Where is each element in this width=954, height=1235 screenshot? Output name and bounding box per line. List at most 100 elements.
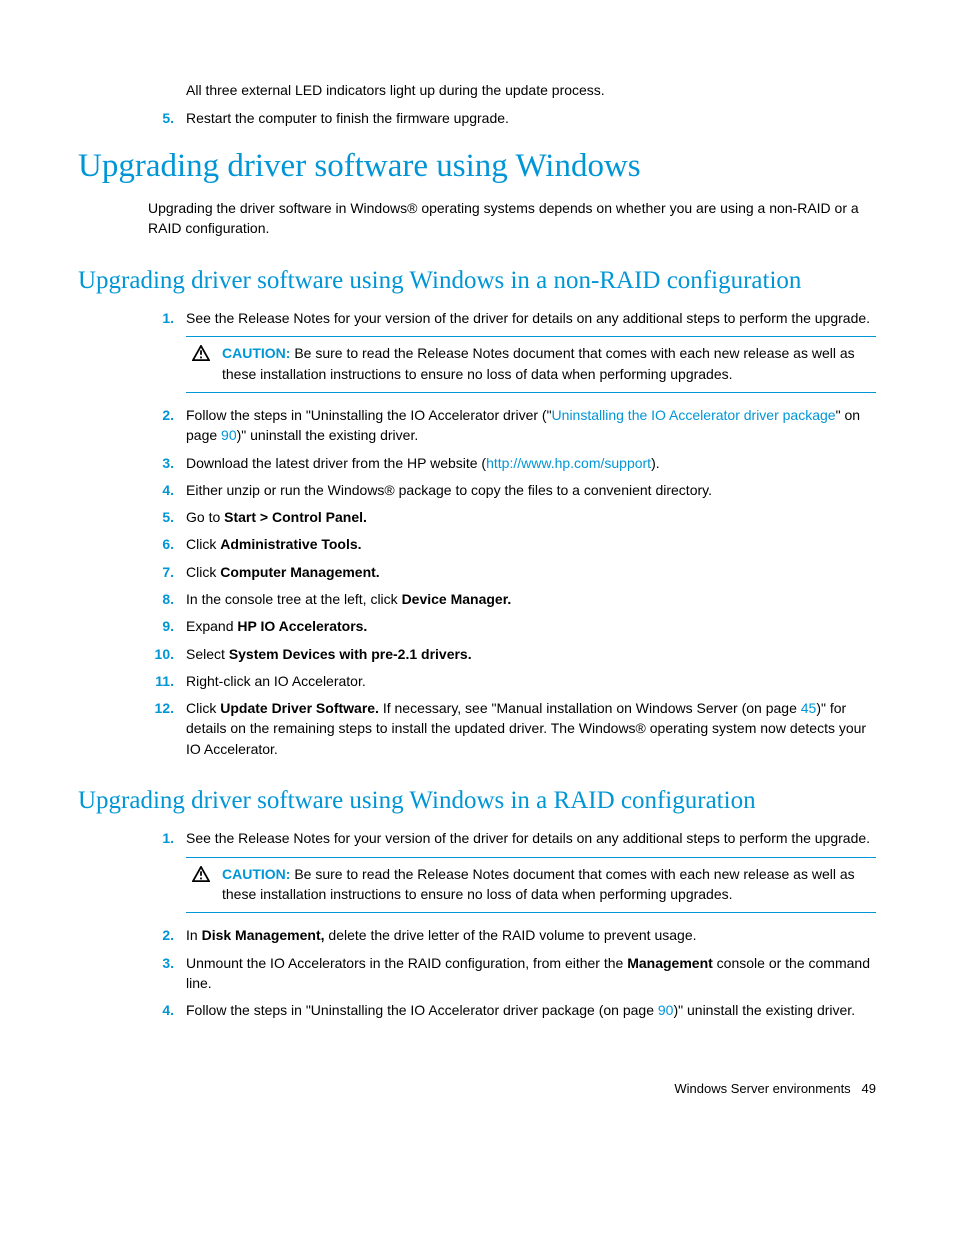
- bold-text: Computer Management.: [220, 564, 379, 580]
- step-number: 2.: [140, 405, 186, 425]
- bold-text: Disk Management,: [202, 927, 325, 943]
- step-number: 4.: [140, 1000, 186, 1020]
- text-fragment: ).: [651, 455, 660, 471]
- caution-text: CAUTION: Be sure to read the Release Not…: [216, 864, 876, 905]
- step-number: 6.: [140, 534, 186, 554]
- step-text: Restart the computer to finish the firmw…: [186, 108, 876, 128]
- step-text: Expand HP IO Accelerators.: [186, 616, 876, 636]
- step-number: 3.: [140, 453, 186, 473]
- list-item: 3. Download the latest driver from the H…: [140, 453, 876, 473]
- page-link[interactable]: 90: [221, 427, 237, 443]
- caution-label: CAUTION:: [222, 866, 290, 882]
- bold-text: Administrative Tools.: [220, 536, 361, 552]
- step-number: 12.: [140, 698, 186, 718]
- text-fragment: Follow the steps in "Uninstalling the IO…: [186, 1002, 658, 1018]
- step-number: 2.: [140, 925, 186, 945]
- step-number: 9.: [140, 616, 186, 636]
- step-text: Right-click an IO Accelerator.: [186, 671, 876, 691]
- page-number: 49: [862, 1081, 876, 1096]
- bold-text: Device Manager.: [402, 591, 512, 607]
- list-item: 1. See the Release Notes for your versio…: [140, 828, 876, 848]
- step-number: 5.: [140, 507, 186, 527]
- step-number: 1.: [140, 308, 186, 328]
- external-link[interactable]: http://www.hp.com/support: [486, 455, 651, 471]
- caution-callout: CAUTION: Be sure to read the Release Not…: [186, 336, 876, 393]
- list-item: 7. Click Computer Management.: [140, 562, 876, 582]
- step-text: Select System Devices with pre-2.1 drive…: [186, 644, 876, 664]
- caution-body: Be sure to read the Release Notes docume…: [222, 345, 855, 381]
- step-number: 5.: [140, 108, 186, 128]
- step-text: Click Update Driver Software. If necessa…: [186, 698, 876, 759]
- text-fragment: If necessary, see "Manual installation o…: [379, 700, 801, 716]
- text-fragment: Follow the steps in "Uninstalling the IO…: [186, 407, 552, 423]
- list-item: 10. Select System Devices with pre-2.1 d…: [140, 644, 876, 664]
- intro-paragraph: Upgrading the driver software in Windows…: [148, 198, 876, 239]
- caution-body: Be sure to read the Release Notes docume…: [222, 866, 855, 902]
- caution-label: CAUTION:: [222, 345, 290, 361]
- caution-icon: [186, 343, 216, 366]
- list-item: 11. Right-click an IO Accelerator.: [140, 671, 876, 691]
- step-number: 11.: [140, 671, 186, 691]
- caution-icon: [186, 864, 216, 887]
- heading-1: Upgrading driver software using Windows: [78, 147, 876, 187]
- text-fragment: Download the latest driver from the HP w…: [186, 455, 486, 471]
- heading-2-nonraid: Upgrading driver software using Windows …: [78, 265, 876, 296]
- bold-text: Update Driver Software.: [220, 700, 379, 716]
- step-number: 7.: [140, 562, 186, 582]
- step-number: 4.: [140, 480, 186, 500]
- step-text: Follow the steps in "Uninstalling the IO…: [186, 405, 876, 446]
- list-item: 4. Either unzip or run the Windows® pack…: [140, 480, 876, 500]
- text-fragment: In the console tree at the left, click: [186, 591, 402, 607]
- text-fragment: Click: [186, 564, 220, 580]
- list-item: 6. Click Administrative Tools.: [140, 534, 876, 554]
- step-text: Download the latest driver from the HP w…: [186, 453, 876, 473]
- text-fragment: Expand: [186, 618, 237, 634]
- list-item: 8. In the console tree at the left, clic…: [140, 589, 876, 609]
- heading-2-raid: Upgrading driver software using Windows …: [78, 785, 876, 816]
- step-text: See the Release Notes for your version o…: [186, 308, 876, 328]
- step-text: See the Release Notes for your version o…: [186, 828, 876, 848]
- step-text: In the console tree at the left, click D…: [186, 589, 876, 609]
- caution-callout: CAUTION: Be sure to read the Release Not…: [186, 857, 876, 914]
- bold-text: HP IO Accelerators.: [237, 618, 367, 634]
- text-fragment: Click: [186, 536, 220, 552]
- list-item: 4. Follow the steps in "Uninstalling the…: [140, 1000, 876, 1020]
- step-text: Unmount the IO Accelerators in the RAID …: [186, 953, 876, 994]
- bold-text: System Devices with pre-2.1 drivers.: [229, 646, 472, 662]
- page-link[interactable]: 90: [658, 1002, 674, 1018]
- cross-reference-link[interactable]: Uninstalling the IO Accelerator driver p…: [552, 407, 836, 423]
- step-number: 1.: [140, 828, 186, 848]
- step-text: In Disk Management, delete the drive let…: [186, 925, 876, 945]
- list-item: 9. Expand HP IO Accelerators.: [140, 616, 876, 636]
- text-fragment: delete the drive letter of the RAID volu…: [325, 927, 697, 943]
- list-item: 3. Unmount the IO Accelerators in the RA…: [140, 953, 876, 994]
- step-number: 10.: [140, 644, 186, 664]
- list-item: 1. See the Release Notes for your versio…: [140, 308, 876, 328]
- prev-page-continuation-text: All three external LED indicators light …: [186, 80, 876, 100]
- text-fragment: Select: [186, 646, 229, 662]
- step-text: Follow the steps in "Uninstalling the IO…: [186, 1000, 876, 1020]
- page-link[interactable]: 45: [801, 700, 817, 716]
- step-number: 3.: [140, 953, 186, 973]
- page-footer: Windows Server environments 49: [78, 1080, 876, 1099]
- text-fragment: )" uninstall the existing driver.: [673, 1002, 855, 1018]
- text-fragment: In: [186, 927, 202, 943]
- text-fragment: Unmount the IO Accelerators in the RAID …: [186, 955, 627, 971]
- text-fragment: Click: [186, 700, 220, 716]
- list-item: 12. Click Update Driver Software. If nec…: [140, 698, 876, 759]
- text-fragment: Go to: [186, 509, 224, 525]
- step-text: Go to Start > Control Panel.: [186, 507, 876, 527]
- step-text: Click Computer Management.: [186, 562, 876, 582]
- list-item: 2. In Disk Management, delete the drive …: [140, 925, 876, 945]
- text-fragment: )" uninstall the existing driver.: [237, 427, 419, 443]
- bold-text: Management: [627, 955, 713, 971]
- step-text: Click Administrative Tools.: [186, 534, 876, 554]
- list-item: 5. Go to Start > Control Panel.: [140, 507, 876, 527]
- footer-section-label: Windows Server environments: [674, 1081, 850, 1096]
- bold-text: Start > Control Panel.: [224, 509, 367, 525]
- list-item: 2. Follow the steps in "Uninstalling the…: [140, 405, 876, 446]
- prev-page-step: 5. Restart the computer to finish the fi…: [140, 108, 876, 128]
- step-number: 8.: [140, 589, 186, 609]
- step-text: Either unzip or run the Windows® package…: [186, 480, 876, 500]
- caution-text: CAUTION: Be sure to read the Release Not…: [216, 343, 876, 384]
